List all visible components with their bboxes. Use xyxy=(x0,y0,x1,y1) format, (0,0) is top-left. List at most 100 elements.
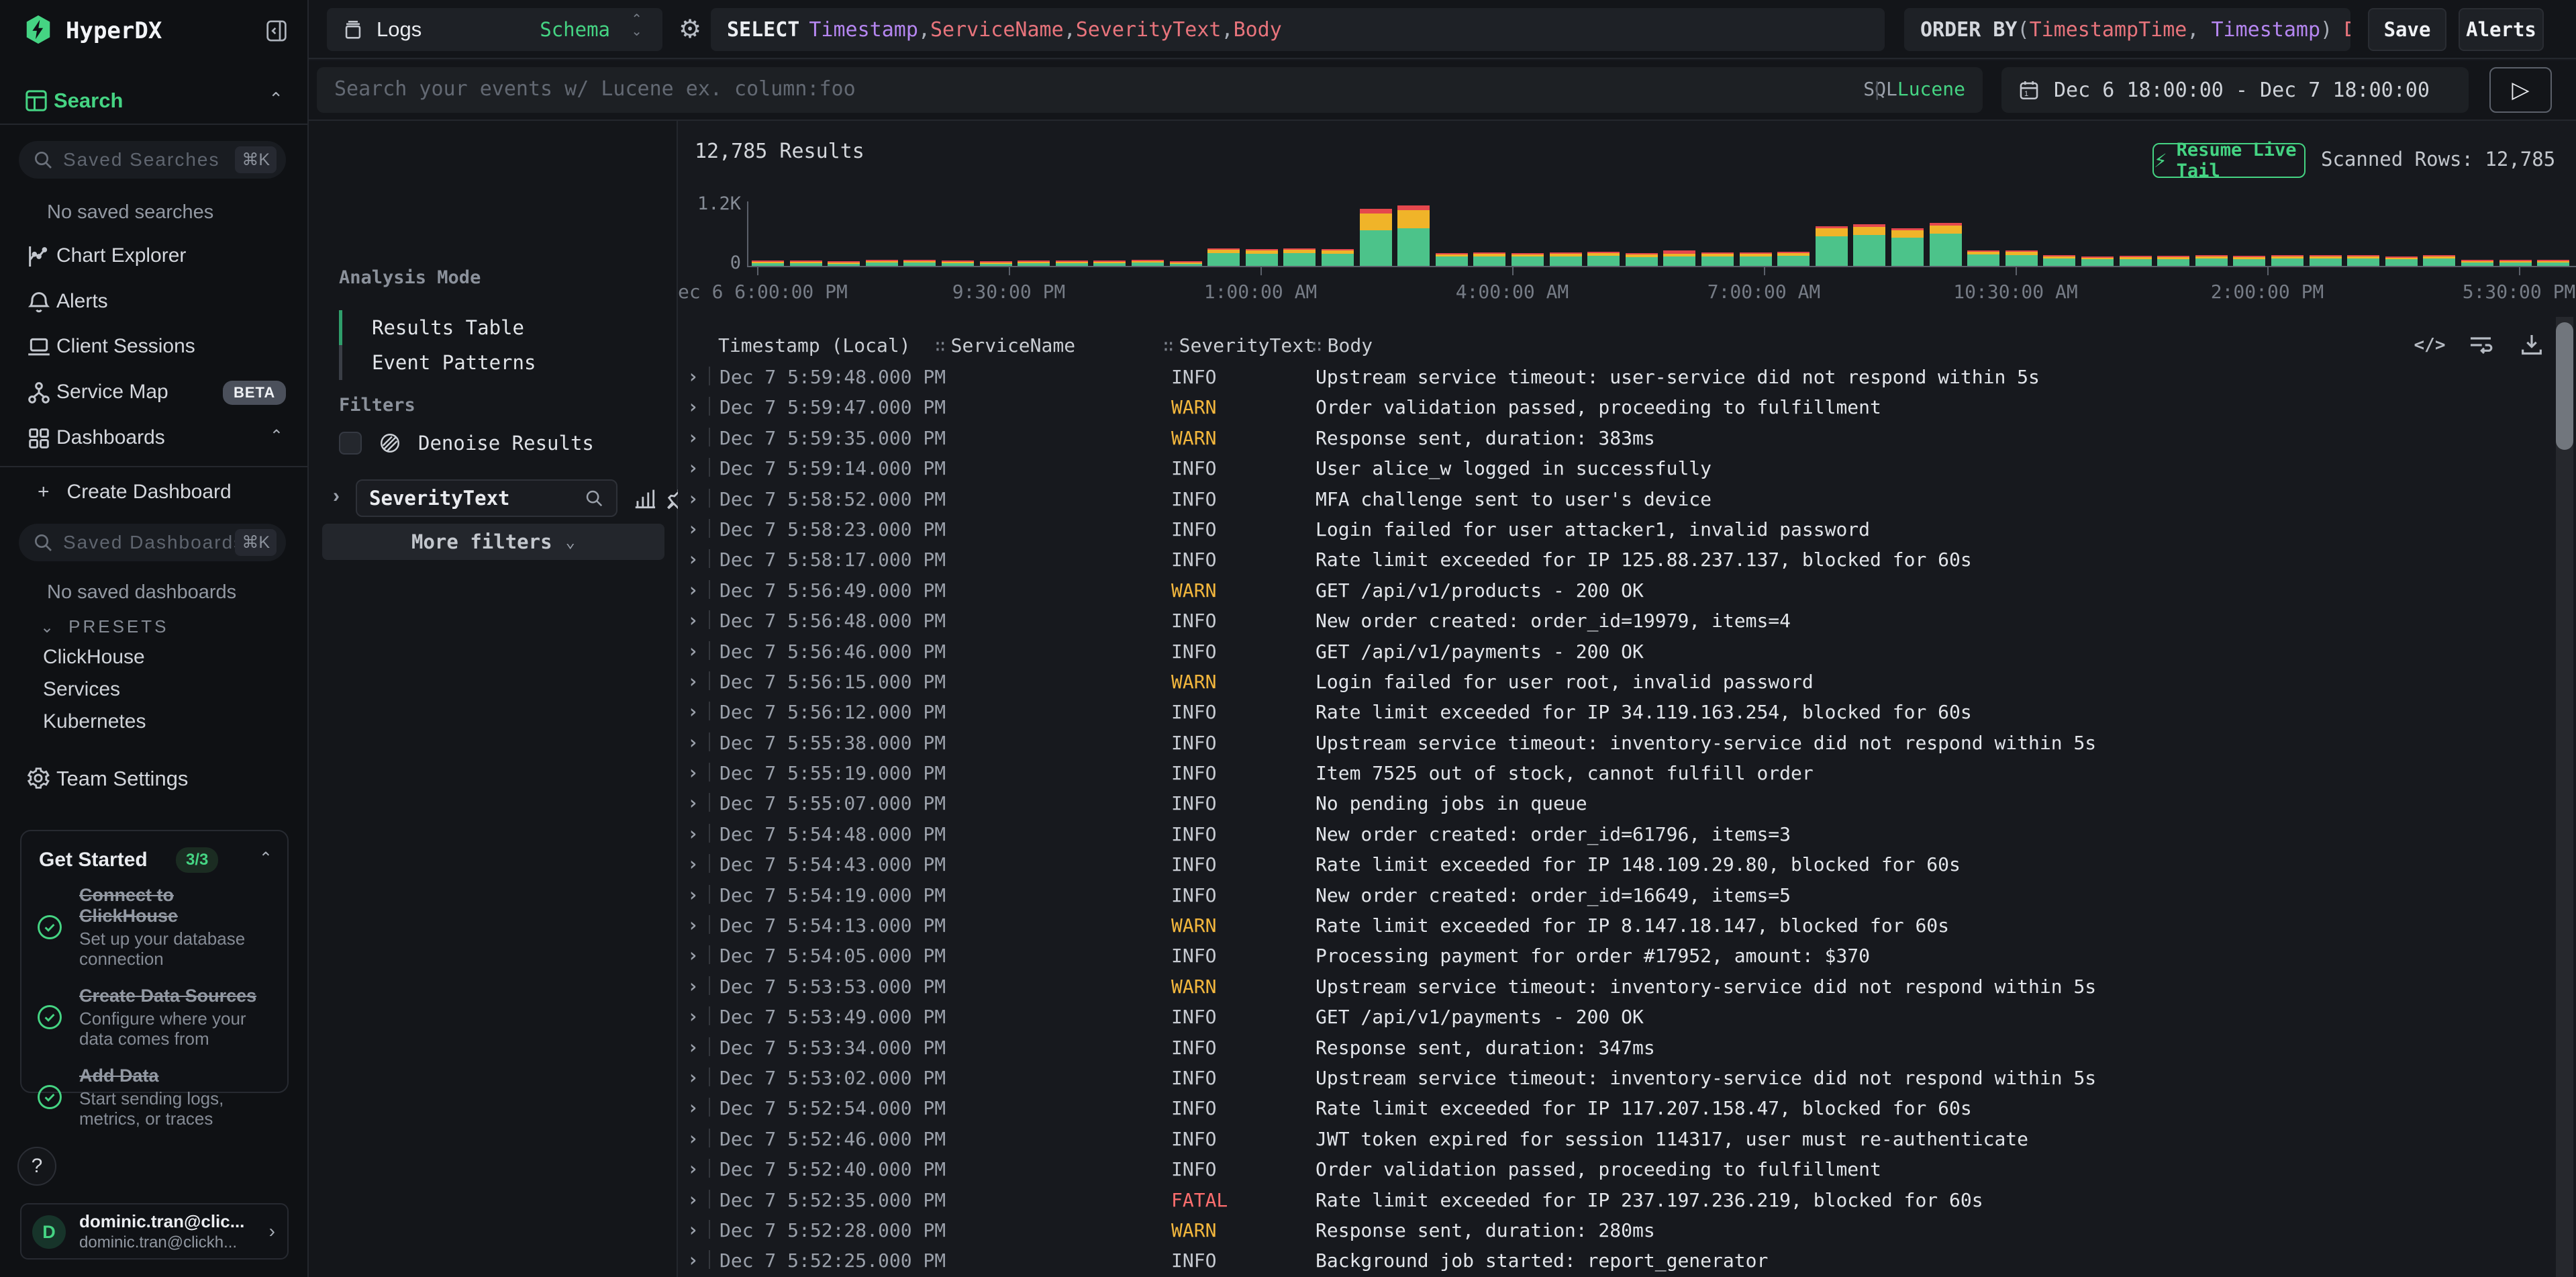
get-started-header[interactable]: Get Started 3/3 ⌃ xyxy=(39,849,273,876)
histogram-bar[interactable] xyxy=(942,261,974,266)
histogram-bar[interactable] xyxy=(1663,250,1695,266)
severity-filter-field[interactable]: SeverityText xyxy=(356,479,617,517)
sidebar-item-client-sessions[interactable]: Client Sessions xyxy=(0,328,307,367)
histogram-bar[interactable] xyxy=(1853,224,1885,266)
log-row[interactable]: ›Dec 7 5:53:53.000 PMWARNUpstream servic… xyxy=(678,971,2557,1001)
row-expand-chevron-icon[interactable]: › xyxy=(687,700,699,722)
sidebar-item-alerts[interactable]: Alerts xyxy=(0,283,307,322)
histogram-bar[interactable] xyxy=(1322,249,1354,266)
scrollbar-thumb[interactable] xyxy=(2556,322,2573,450)
bar-chart-icon[interactable] xyxy=(632,486,658,512)
row-expand-chevron-icon[interactable]: › xyxy=(687,640,699,662)
log-row[interactable]: ›Dec 7 5:53:34.000 PMINFOResponse sent, … xyxy=(678,1032,2557,1062)
row-expand-chevron-icon[interactable]: › xyxy=(687,487,699,510)
log-row[interactable]: ›Dec 7 5:52:40.000 PMINFOOrder validatio… xyxy=(678,1153,2557,1184)
histogram-bar[interactable] xyxy=(752,261,784,266)
user-menu[interactable]: D dominic.tran@clic... dominic.tran@clic… xyxy=(20,1203,289,1260)
log-row[interactable]: ›Dec 7 5:59:35.000 PMWARNResponse sent, … xyxy=(678,422,2557,453)
log-row[interactable]: ›Dec 7 5:56:12.000 PMINFORate limit exce… xyxy=(678,696,2557,726)
histogram-bar[interactable] xyxy=(1967,250,1999,266)
histogram-bar[interactable] xyxy=(1246,249,1278,266)
row-expand-chevron-icon[interactable]: › xyxy=(687,1005,699,1027)
time-range-picker[interactable]: 1 Dec 6 18:00:00 - Dec 7 18:00:00 xyxy=(2001,67,2469,113)
row-expand-chevron-icon[interactable]: › xyxy=(687,914,699,936)
histogram-bar[interactable] xyxy=(2347,255,2379,266)
log-row[interactable]: ›Dec 7 5:59:47.000 PMWARNOrder validatio… xyxy=(678,391,2557,422)
column-header-timestamp[interactable]: Timestamp (Local) xyxy=(718,334,911,357)
log-row[interactable]: ›Dec 7 5:56:49.000 PMWARNGET /api/v1/pro… xyxy=(678,575,2557,605)
download-icon[interactable] xyxy=(2517,332,2546,359)
row-expand-chevron-icon[interactable]: › xyxy=(687,1249,699,1271)
histogram-bar[interactable] xyxy=(1701,252,1734,266)
histogram-bar[interactable] xyxy=(866,260,898,266)
histogram-bar[interactable] xyxy=(980,261,1012,266)
histogram-bar[interactable] xyxy=(2461,260,2493,266)
sidebar-item-dashboards[interactable]: Dashboards⌃ xyxy=(0,420,307,459)
row-expand-chevron-icon[interactable]: › xyxy=(687,731,699,753)
log-row[interactable]: ›Dec 7 5:55:19.000 PMINFOItem 7525 out o… xyxy=(678,757,2557,788)
histogram-bar[interactable] xyxy=(1018,261,1050,266)
log-row[interactable]: ›Dec 7 5:53:49.000 PMINFOGET /api/v1/pay… xyxy=(678,1001,2557,1031)
log-row[interactable]: ›Dec 7 5:54:13.000 PMWARNRate limit exce… xyxy=(678,910,2557,940)
row-expand-chevron-icon[interactable]: › xyxy=(687,579,699,601)
histogram-bar[interactable] xyxy=(2005,250,2038,266)
source-select[interactable]: Logs Schema ⌃⌄ xyxy=(327,8,662,51)
histogram-bar[interactable] xyxy=(1740,252,1772,266)
row-expand-chevron-icon[interactable]: › xyxy=(687,365,699,387)
sidebar-item-service-map[interactable]: Service MapBETA xyxy=(0,374,307,413)
row-expand-chevron-icon[interactable]: › xyxy=(687,518,699,540)
saved-searches-input[interactable]: Saved Searches ⌘K xyxy=(19,141,286,179)
histogram-bar[interactable] xyxy=(2081,256,2114,266)
query-language-toggle[interactable]: SQL|Lucene xyxy=(1863,78,1965,100)
log-row[interactable]: ›Dec 7 5:52:25.000 PMINFOBackground job … xyxy=(678,1245,2557,1275)
order-by-input[interactable]: ORDER BY (TimestampTime, Timestamp) DESC xyxy=(1904,8,2350,51)
log-row[interactable]: ›Dec 7 5:54:19.000 PMINFONew order creat… xyxy=(678,880,2557,910)
row-expand-chevron-icon[interactable]: › xyxy=(687,457,699,479)
histogram-bar[interactable] xyxy=(1056,261,1088,266)
get-started-item[interactable]: Add DataStart sending logs, metrics, or … xyxy=(35,1066,277,1129)
analysis-mode-event-patterns[interactable]: Event Patterns xyxy=(339,345,536,380)
histogram-bar[interactable] xyxy=(1930,223,1962,266)
save-button[interactable]: Save xyxy=(2368,8,2446,51)
log-row[interactable]: ›Dec 7 5:54:05.000 PMINFOProcessing paym… xyxy=(678,940,2557,970)
log-row[interactable]: ›Dec 7 5:55:07.000 PMINFONo pending jobs… xyxy=(678,788,2557,818)
log-row[interactable]: ›Dec 7 5:58:17.000 PMINFORate limit exce… xyxy=(678,544,2557,574)
get-started-item[interactable]: Create Data SourcesConfigure where your … xyxy=(35,986,277,1049)
preset-item-clickhouse[interactable]: ClickHouse xyxy=(43,646,145,669)
run-query-button[interactable]: ▷ xyxy=(2489,67,2552,113)
log-row[interactable]: ›Dec 7 5:53:02.000 PMINFOUpstream servic… xyxy=(678,1062,2557,1092)
preset-item-services[interactable]: Services xyxy=(43,678,120,701)
row-expand-chevron-icon[interactable]: › xyxy=(687,944,699,966)
event-search-input[interactable] xyxy=(334,67,1784,110)
histogram-bar[interactable] xyxy=(2499,260,2532,266)
histogram-bar[interactable] xyxy=(2195,255,2228,266)
histogram-bar[interactable] xyxy=(2120,256,2152,266)
log-row[interactable]: ›Dec 7 5:59:14.000 PMINFOUser alice_w lo… xyxy=(678,453,2557,483)
scrollbar-track[interactable] xyxy=(2556,317,2573,1277)
help-button[interactable]: ? xyxy=(17,1147,56,1186)
source-settings-gear-icon[interactable]: ⚙ xyxy=(675,15,705,44)
histogram-bar[interactable] xyxy=(1170,261,1202,266)
histogram-bar[interactable] xyxy=(2233,256,2265,266)
drag-handle-icon[interactable]: ∷ xyxy=(935,336,944,357)
presets-header[interactable]: ⌄PRESETS xyxy=(40,616,168,637)
histogram-bar[interactable] xyxy=(1816,226,1848,266)
column-header-servicename[interactable]: ∷ServiceName xyxy=(935,334,1075,357)
log-row[interactable]: ›Dec 7 5:59:48.000 PMINFOUpstream servic… xyxy=(678,361,2557,391)
log-row[interactable]: ›Dec 7 5:54:48.000 PMINFONew order creat… xyxy=(678,818,2557,849)
sidebar-item-team-settings[interactable]: Team Settings xyxy=(26,765,51,791)
row-expand-chevron-icon[interactable]: › xyxy=(687,1036,699,1058)
chevron-right-icon[interactable]: › xyxy=(333,485,340,508)
analysis-mode-results-table[interactable]: Results Table xyxy=(339,310,536,345)
column-header-severitytext[interactable]: ∷SeverityText xyxy=(1163,334,1315,357)
alerts-button[interactable]: Alerts xyxy=(2459,8,2544,51)
histogram-bar[interactable] xyxy=(2385,256,2418,266)
histogram-bar[interactable] xyxy=(1512,253,1544,266)
saved-dashboards-input[interactable]: Saved Dashboards ⌘K xyxy=(19,524,286,561)
histogram-bar[interactable] xyxy=(1436,253,1468,266)
histogram-bar[interactable] xyxy=(2537,260,2569,266)
log-row[interactable]: ›Dec 7 5:54:43.000 PMINFORate limit exce… xyxy=(678,849,2557,879)
row-expand-chevron-icon[interactable]: › xyxy=(687,1127,699,1149)
chevron-up-icon[interactable]: ⌃ xyxy=(270,426,283,446)
column-header-body[interactable]: ∷Body xyxy=(1311,334,1373,357)
